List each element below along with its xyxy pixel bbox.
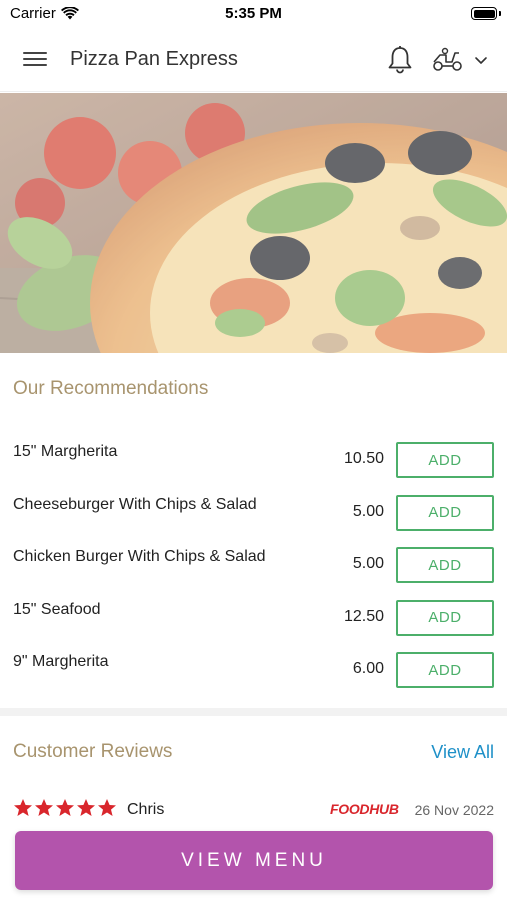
star-icon bbox=[77, 799, 95, 816]
app-header: Pizza Pan Express bbox=[0, 28, 507, 92]
item-price: 5.00 bbox=[352, 502, 384, 520]
item-name: Chicken Burger With Chips & Salad bbox=[13, 548, 266, 565]
list-item: Chicken Burger With Chips & Salad 5.00 A… bbox=[0, 535, 507, 588]
add-button[interactable]: ADD bbox=[396, 599, 494, 636]
reviewer-name: Chris bbox=[127, 801, 165, 818]
recommendations-list: 15" Margherita 10.50 ADD Cheeseburger Wi… bbox=[0, 430, 507, 693]
bell-icon[interactable] bbox=[384, 44, 416, 76]
view-menu-button[interactable]: VIEW MENU bbox=[15, 831, 493, 890]
review-date: 26 Nov 2022 bbox=[414, 802, 494, 818]
battery-cap bbox=[499, 11, 501, 16]
list-item: 15" Margherita 10.50 ADD bbox=[0, 430, 507, 483]
item-name: 9" Margherita bbox=[13, 653, 109, 670]
list-item: Cheeseburger With Chips & Salad 5.00 ADD bbox=[0, 483, 507, 536]
section-divider bbox=[0, 708, 507, 716]
star-icon bbox=[56, 799, 74, 816]
reviews-title: Customer Reviews bbox=[13, 741, 173, 762]
rating-stars bbox=[13, 798, 117, 818]
foodhub-logo: FOODHUB bbox=[330, 801, 399, 817]
chevron-down-icon[interactable] bbox=[470, 48, 492, 72]
item-name: 15" Seafood bbox=[13, 600, 101, 618]
add-button[interactable]: ADD bbox=[396, 494, 494, 531]
item-price: 12.50 bbox=[343, 607, 384, 625]
star-icon bbox=[98, 799, 116, 816]
status-time: 5:35 PM bbox=[225, 5, 282, 22]
pizza-hero-image bbox=[0, 93, 507, 353]
item-name: Cheeseburger With Chips & Salad bbox=[13, 495, 257, 513]
list-item: 15" Seafood 12.50 ADD bbox=[0, 588, 507, 641]
battery-icon bbox=[471, 7, 497, 20]
item-name: 15" Margherita bbox=[13, 443, 118, 460]
star-icon bbox=[35, 799, 53, 816]
scooter-icon[interactable] bbox=[430, 44, 466, 76]
add-button[interactable]: ADD bbox=[396, 652, 494, 688]
item-price: 6.00 bbox=[352, 660, 384, 677]
item-price: 10.50 bbox=[343, 450, 384, 467]
add-button[interactable]: ADD bbox=[396, 442, 494, 478]
status-bar: Carrier 5:35 PM bbox=[0, 0, 507, 28]
item-price: 5.00 bbox=[352, 555, 384, 572]
view-all-link[interactable]: View All bbox=[431, 742, 494, 763]
add-button[interactable]: ADD bbox=[396, 547, 494, 583]
hamburger-menu-icon[interactable] bbox=[18, 46, 52, 74]
list-item: 9" Margherita 6.00 ADD bbox=[0, 640, 507, 693]
restaurant-title: Pizza Pan Express bbox=[70, 48, 238, 70]
recommendations-title: Our Recommendations bbox=[13, 378, 209, 399]
star-icon bbox=[14, 799, 32, 816]
review-row: Chris FOODHUB 26 Nov 2022 bbox=[0, 798, 507, 824]
